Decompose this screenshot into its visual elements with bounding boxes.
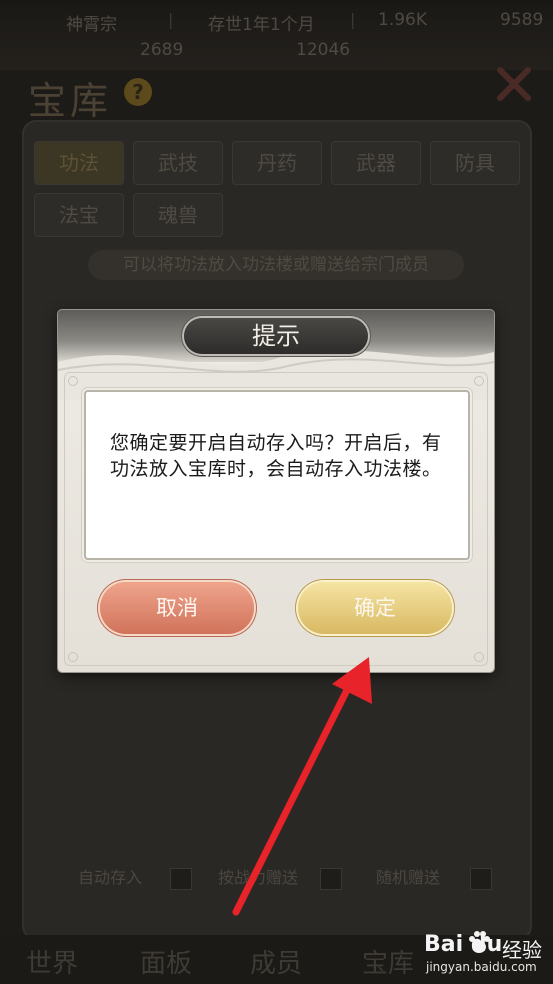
status-bar: 神霄宗 | 存世1年1个月 | 1.96K 9589 2689 12046 [0, 0, 553, 70]
confirm-dialog: 提示 您确定要开启自动存入吗？开启后，有功法放入宝库时，会自动存入功法楼。 取消… [58, 310, 494, 672]
tab-martial[interactable]: 武技 [133, 141, 223, 185]
auto-store-label: 自动存入 [78, 868, 143, 887]
watermark-cn: 经验 [502, 938, 542, 962]
watermark-brand: Bai du [424, 932, 503, 957]
sect-name: 神霄宗 [66, 15, 117, 35]
vault-hint: 可以将功法放入功法楼或赠送给宗门成员 [88, 250, 464, 280]
resource-c: 2689 [140, 40, 184, 60]
dialog-message: 您确定要开启自动存入吗？开启后，有功法放入宝库时，会自动存入功法楼。 [110, 432, 442, 480]
nav-vault[interactable]: 宝库 [362, 943, 414, 980]
random-gift-toggle[interactable]: 随机赠送 [356, 862, 496, 894]
close-icon[interactable] [494, 64, 534, 104]
cancel-button[interactable]: 取消 [100, 582, 254, 634]
separator: | [168, 10, 174, 29]
resource-a: 1.96K [378, 10, 427, 30]
vault-title: 宝库 [28, 79, 113, 123]
nav-members[interactable]: 成员 [250, 943, 302, 980]
tab-beasts[interactable]: 魂兽 [133, 193, 223, 237]
auto-store-checkbox[interactable] [170, 868, 192, 890]
tab-pills[interactable]: 丹药 [232, 141, 322, 185]
separator: | [350, 10, 356, 29]
dialog-title: 提示 [184, 318, 368, 354]
confirm-button[interactable]: 确定 [298, 582, 452, 634]
resource-b: 9589 [500, 10, 544, 30]
baidu-paw-icon [469, 931, 490, 953]
corner-ornament [474, 652, 484, 662]
tab-treasures[interactable]: 法宝 [34, 193, 124, 237]
tab-skills[interactable]: 功法 [34, 141, 124, 185]
resource-d: 12046 [296, 40, 351, 60]
corner-ornament [68, 652, 78, 662]
watermark-url: jingyan.baidu.com [426, 960, 537, 974]
dialog-message-box: 您确定要开启自动存入吗？开启后，有功法放入宝库时，会自动存入功法楼。 [84, 390, 470, 560]
corner-ornament [68, 376, 78, 386]
baidu-watermark: Bai du 经验 jingyan.baidu.com [424, 930, 550, 984]
help-icon[interactable]: ? [124, 78, 152, 106]
auto-store-toggle[interactable]: 自动存入 [58, 862, 194, 894]
gift-by-power-checkbox[interactable] [320, 868, 342, 890]
corner-ornament [474, 376, 484, 386]
gift-by-power-toggle[interactable]: 按战力赠送 [202, 862, 344, 894]
nav-world[interactable]: 世界 [26, 943, 78, 980]
nav-panel[interactable]: 面板 [140, 943, 192, 980]
world-time: 存世1年1个月 [208, 15, 315, 35]
tab-armor[interactable]: 防具 [430, 141, 520, 185]
gift-by-power-label: 按战力赠送 [218, 868, 299, 887]
random-gift-checkbox[interactable] [470, 868, 492, 890]
tab-weapons[interactable]: 武器 [331, 141, 421, 185]
random-gift-label: 随机赠送 [376, 868, 441, 887]
